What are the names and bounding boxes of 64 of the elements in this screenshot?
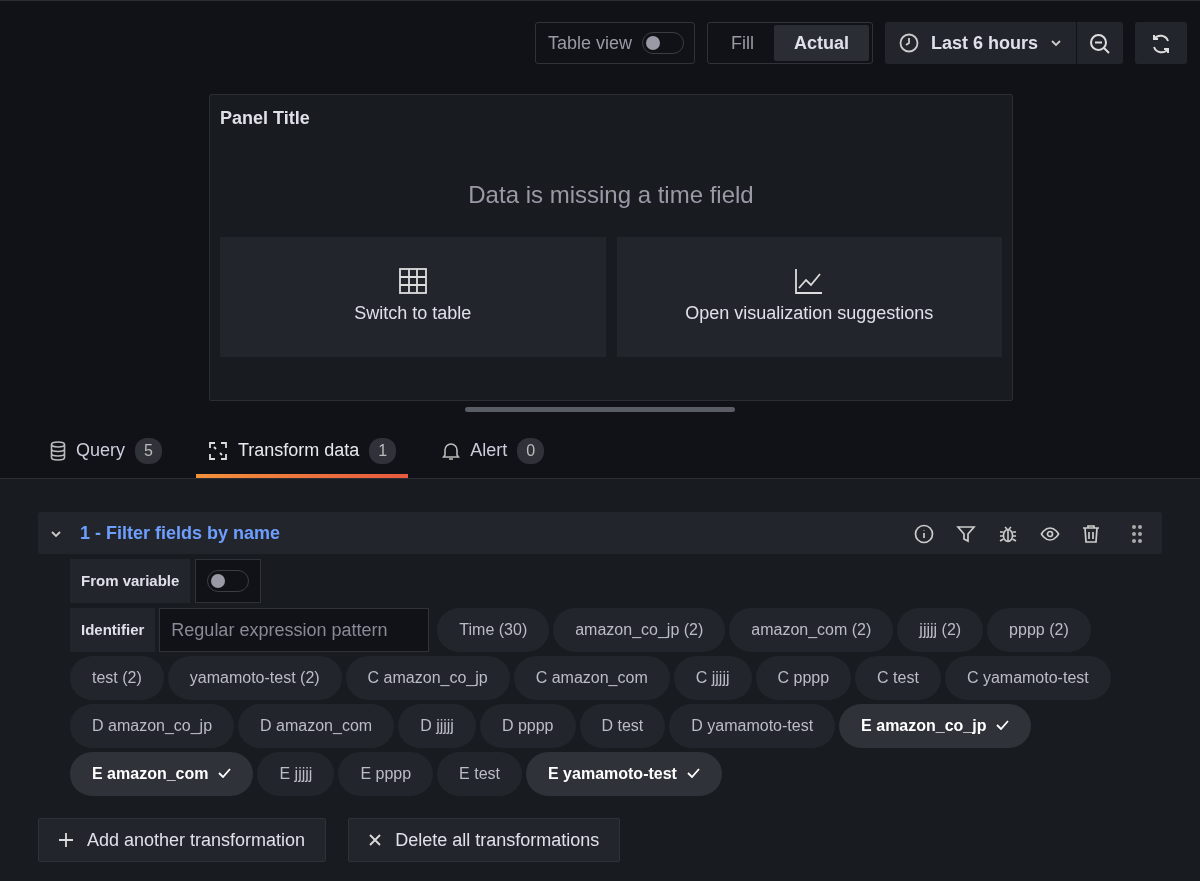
check-icon [996,720,1010,730]
fill-mode-option[interactable]: Actual [773,25,869,61]
from-variable-toggle[interactable] [207,570,250,592]
pattern-input[interactable]: Regular expression pattern [159,608,430,652]
field-chip[interactable]: C test [855,656,941,700]
from-variable-label: From variable [70,559,191,603]
refresh-button[interactable] [1135,22,1187,64]
field-chip[interactable]: C yamamoto-test [944,656,1111,700]
field-chip[interactable]: jjjjj (2) [897,608,984,652]
database-icon [50,440,66,461]
field-chip[interactable]: pppp (2) [987,608,1091,652]
check-icon [686,768,700,778]
close-icon [369,834,382,846]
refresh-icon [1150,32,1172,55]
line-chart-icon [795,267,824,294]
tab-count: 1 [369,437,397,464]
tab-count: 5 [135,437,162,464]
transformation-title[interactable]: 1 - Filter fields by name [80,519,281,547]
tab[interactable]: Query 5 [38,437,174,478]
time-range-picker[interactable]: Last 6 hours [884,22,1076,64]
tab[interactable]: Transform data 1 [195,437,409,478]
field-chip[interactable]: C amazon_co_jp [345,656,510,700]
caret-icon [1050,39,1062,47]
plus-icon [59,833,73,847]
field-chip[interactable]: E yamamoto-test [526,752,722,796]
field-chip[interactable]: D pppp [479,704,576,748]
field-chip[interactable]: amazon_co_jp (2) [553,608,726,652]
field-chip[interactable]: C pppp [755,656,852,700]
field-chip[interactable]: E amazon_com [70,752,254,796]
transform-icon [207,440,228,461]
zoom-out-button[interactable] [1077,22,1123,64]
switch-to-table-button[interactable]: Switch to table [220,237,606,357]
bell-icon [442,440,461,461]
tab[interactable]: Alert 0 [430,437,557,478]
delete-transformations-button[interactable]: Delete all transformations [348,818,621,862]
field-chip[interactable]: yamamoto-test (2) [167,656,342,700]
identifier-label: Identifier [70,608,156,652]
table-icon [398,267,427,294]
visualization-suggestions-button[interactable]: Open visualization suggestions [616,237,1002,357]
tab-count: 0 [517,437,545,464]
field-chip[interactable]: D yamamoto-test [669,704,836,748]
clock-icon [898,33,919,53]
missing-time-message: Data is missing a time field [468,181,754,208]
field-chip[interactable]: Time (30) [437,608,550,652]
fill-mode-option[interactable]: Fill [710,25,774,61]
field-chip[interactable]: E jjjjj [257,752,335,796]
zoom-out-icon [1089,32,1111,55]
field-chip[interactable]: C amazon_com [513,656,670,700]
field-chip[interactable]: C jjjjj [673,656,752,700]
table-view-label: Table view [547,31,632,55]
field-chip[interactable]: E pppp [338,752,434,796]
resize-handle[interactable] [465,407,735,412]
field-chip[interactable]: D jjjjj [398,704,476,748]
field-chip[interactable]: amazon_com (2) [729,608,894,652]
table-view-toggle[interactable] [641,32,684,54]
field-chip[interactable]: test (2) [70,656,164,700]
field-chip[interactable]: E test [437,752,522,796]
add-transformation-button[interactable]: Add another transformation [38,818,327,862]
field-chip[interactable]: D test [579,704,666,748]
field-chip[interactable]: E amazon_co_jp [839,704,1032,748]
field-chip[interactable]: D amazon_com [238,704,395,748]
panel-title: Panel Title [220,107,311,130]
check-icon [218,768,232,778]
field-chip[interactable]: D amazon_co_jp [70,704,235,748]
